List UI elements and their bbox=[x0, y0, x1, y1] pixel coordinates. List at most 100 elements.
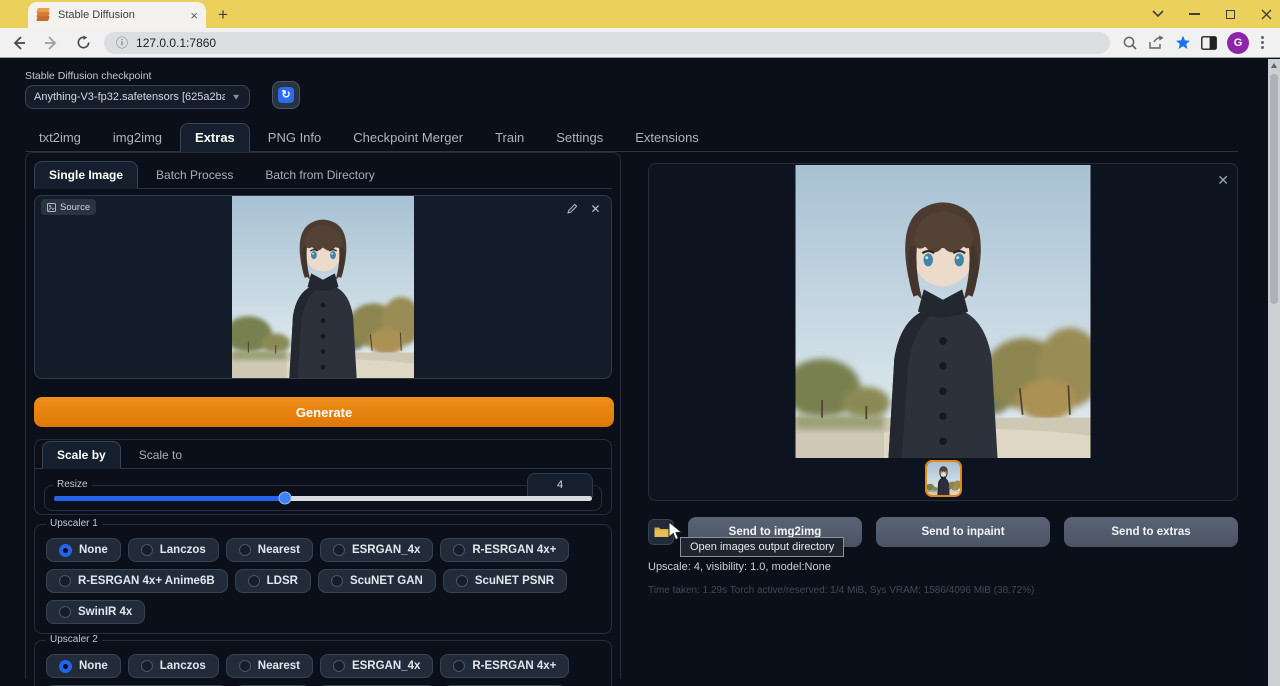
gallery-close-icon[interactable]: ✕ bbox=[1217, 172, 1229, 189]
upscaler1-option-scunet-gan[interactable]: ScuNET GAN bbox=[318, 569, 436, 593]
subtab-single-image[interactable]: Single Image bbox=[34, 161, 138, 189]
browser-tab-title: Stable Diffusion bbox=[58, 9, 182, 21]
main-tabs: txt2img img2img Extras PNG Info Checkpoi… bbox=[25, 124, 1238, 152]
maximize-icon[interactable] bbox=[1224, 8, 1236, 20]
radio-icon bbox=[59, 544, 72, 557]
checkpoint-value: Anything-V3-fp32.safetensors [625a2ba2] bbox=[34, 91, 225, 103]
page-scrollbar[interactable] bbox=[1268, 59, 1280, 686]
browser-menu-icon[interactable] bbox=[1261, 36, 1264, 49]
favicon-icon bbox=[36, 8, 50, 22]
tab-train[interactable]: Train bbox=[481, 124, 538, 151]
zoom-icon[interactable] bbox=[1122, 35, 1138, 51]
tab-search-chevron-icon[interactable] bbox=[1152, 8, 1164, 20]
side-panel-icon[interactable] bbox=[1201, 36, 1217, 50]
chevron-down-icon: ▼ bbox=[231, 93, 241, 102]
upscaler1-option-scunet-psnr[interactable]: ScuNET PSNR bbox=[443, 569, 567, 593]
result-gallery: ✕ bbox=[648, 163, 1238, 501]
send-to-extras-button[interactable]: Send to extras bbox=[1064, 517, 1238, 547]
tab-png-info[interactable]: PNG Info bbox=[254, 124, 335, 151]
site-info-icon[interactable]: ⓘ bbox=[116, 34, 128, 51]
tab-close-icon[interactable]: × bbox=[190, 9, 198, 22]
thumbnail-image bbox=[927, 462, 960, 495]
upscaler2-option-nearest[interactable]: Nearest bbox=[226, 654, 313, 678]
result-image[interactable] bbox=[796, 165, 1091, 458]
radio-icon bbox=[331, 575, 343, 587]
performance-info-text: Time taken: 1.29s Torch active/reserved:… bbox=[648, 585, 1238, 596]
radio-icon bbox=[333, 660, 345, 672]
subtab-batch-process[interactable]: Batch Process bbox=[142, 162, 247, 188]
forward-icon[interactable] bbox=[38, 30, 64, 56]
upscaler1-option-swinir4x[interactable]: SwinIR 4x bbox=[46, 600, 145, 624]
slider-fill bbox=[54, 496, 285, 501]
tab-txt2img[interactable]: txt2img bbox=[25, 124, 95, 151]
checkpoint-label: Stable Diffusion checkpoint bbox=[25, 70, 250, 82]
tab-checkpoint-merger[interactable]: Checkpoint Merger bbox=[339, 124, 477, 151]
extras-subtabs: Single Image Batch Process Batch from Di… bbox=[34, 160, 612, 189]
reload-icon[interactable] bbox=[70, 30, 96, 56]
upscaler1-option-lanczos[interactable]: Lanczos bbox=[128, 538, 219, 562]
edit-image-icon[interactable] bbox=[565, 201, 580, 216]
extras-result-panel: ✕ bbox=[648, 152, 1238, 679]
gallery-thumbnail-selected[interactable] bbox=[925, 460, 962, 497]
mouse-cursor bbox=[668, 521, 685, 543]
minimize-icon[interactable] bbox=[1188, 8, 1200, 20]
result-info-text: Upscale: 4, visibility: 1.0, model:None bbox=[648, 561, 1238, 573]
close-window-icon[interactable] bbox=[1260, 8, 1272, 20]
browser-tabstrip: Stable Diffusion × + bbox=[0, 0, 1280, 28]
upscaler1-option-esrgan4x[interactable]: ESRGAN_4x bbox=[320, 538, 433, 562]
tab-scale-by[interactable]: Scale by bbox=[42, 441, 121, 469]
upscaler-1-label: Upscaler 1 bbox=[46, 518, 102, 529]
radio-icon bbox=[239, 660, 251, 672]
send-to-inpaint-button[interactable]: Send to inpaint bbox=[876, 517, 1050, 547]
subtab-batch-from-directory[interactable]: Batch from Directory bbox=[251, 162, 388, 188]
radio-icon bbox=[239, 544, 251, 556]
radio-icon bbox=[59, 575, 71, 587]
upscaler2-option-resrgan4x[interactable]: R-ESRGAN 4x+ bbox=[440, 654, 569, 678]
screen: Stable Diffusion × + ⓘ 127.0.0.1:7860 bbox=[0, 0, 1280, 686]
resize-label: Resize bbox=[53, 479, 92, 490]
scrollbar-up-icon[interactable] bbox=[1271, 63, 1277, 68]
url-text[interactable]: 127.0.0.1:7860 bbox=[136, 36, 216, 50]
tab-extensions[interactable]: Extensions bbox=[621, 124, 713, 151]
radio-icon bbox=[333, 544, 345, 556]
tab-settings[interactable]: Settings bbox=[542, 124, 617, 151]
radio-icon bbox=[59, 606, 71, 618]
generate-button[interactable]: Generate bbox=[34, 397, 614, 427]
folder-icon bbox=[654, 526, 669, 538]
url-bar[interactable]: ⓘ 127.0.0.1:7860 bbox=[104, 32, 1110, 54]
extras-left-panel: Single Image Batch Process Batch from Di… bbox=[25, 152, 621, 679]
browser-tab[interactable]: Stable Diffusion × bbox=[28, 2, 206, 28]
resize-number-input[interactable]: 4 bbox=[527, 473, 593, 497]
refresh-checkpoint-button[interactable]: ↻ bbox=[272, 81, 300, 109]
scrollbar-thumb[interactable] bbox=[1270, 74, 1278, 304]
tab-extras[interactable]: Extras bbox=[180, 123, 250, 152]
upscaler1-option-ldsr[interactable]: LDSR bbox=[235, 569, 311, 593]
upscaler2-option-lanczos[interactable]: Lanczos bbox=[128, 654, 219, 678]
upscaler2-option-none[interactable]: None bbox=[46, 654, 121, 678]
share-icon[interactable] bbox=[1148, 35, 1165, 50]
radio-icon bbox=[248, 575, 260, 587]
upscaler1-option-none[interactable]: None bbox=[46, 538, 121, 562]
upscaler1-option-resrgan-anime6b[interactable]: R-ESRGAN 4x+ Anime6B bbox=[46, 569, 228, 593]
tab-scale-to[interactable]: Scale to bbox=[125, 442, 196, 468]
tab-img2img[interactable]: img2img bbox=[99, 124, 176, 151]
upscaler1-option-nearest[interactable]: Nearest bbox=[226, 538, 313, 562]
clear-image-icon[interactable]: ✕ bbox=[588, 201, 603, 216]
avatar[interactable]: G bbox=[1227, 32, 1249, 54]
bookmark-star-icon[interactable] bbox=[1175, 35, 1191, 50]
image-icon bbox=[47, 203, 56, 212]
upscaler1-option-resrgan4x[interactable]: R-ESRGAN 4x+ bbox=[440, 538, 569, 562]
new-tab-button[interactable]: + bbox=[218, 6, 228, 23]
radio-icon bbox=[59, 660, 72, 673]
refresh-icon: ↻ bbox=[278, 87, 294, 103]
checkpoint-dropdown[interactable]: Anything-V3-fp32.safetensors [625a2ba2] … bbox=[25, 85, 250, 109]
resize-slider[interactable] bbox=[54, 496, 592, 501]
browser-toolbar: ⓘ 127.0.0.1:7860 G bbox=[0, 28, 1280, 58]
back-icon[interactable] bbox=[6, 30, 32, 56]
window-controls bbox=[1152, 0, 1272, 28]
slider-handle[interactable] bbox=[279, 492, 292, 505]
source-image-dropzone[interactable]: Source ✕ bbox=[34, 195, 612, 379]
upscaler-2-group: Upscaler 2 None Lanczos Nearest ESRGAN_4… bbox=[34, 640, 612, 686]
upscaler2-option-esrgan4x[interactable]: ESRGAN_4x bbox=[320, 654, 433, 678]
resize-control: Resize 4 bbox=[44, 485, 602, 511]
